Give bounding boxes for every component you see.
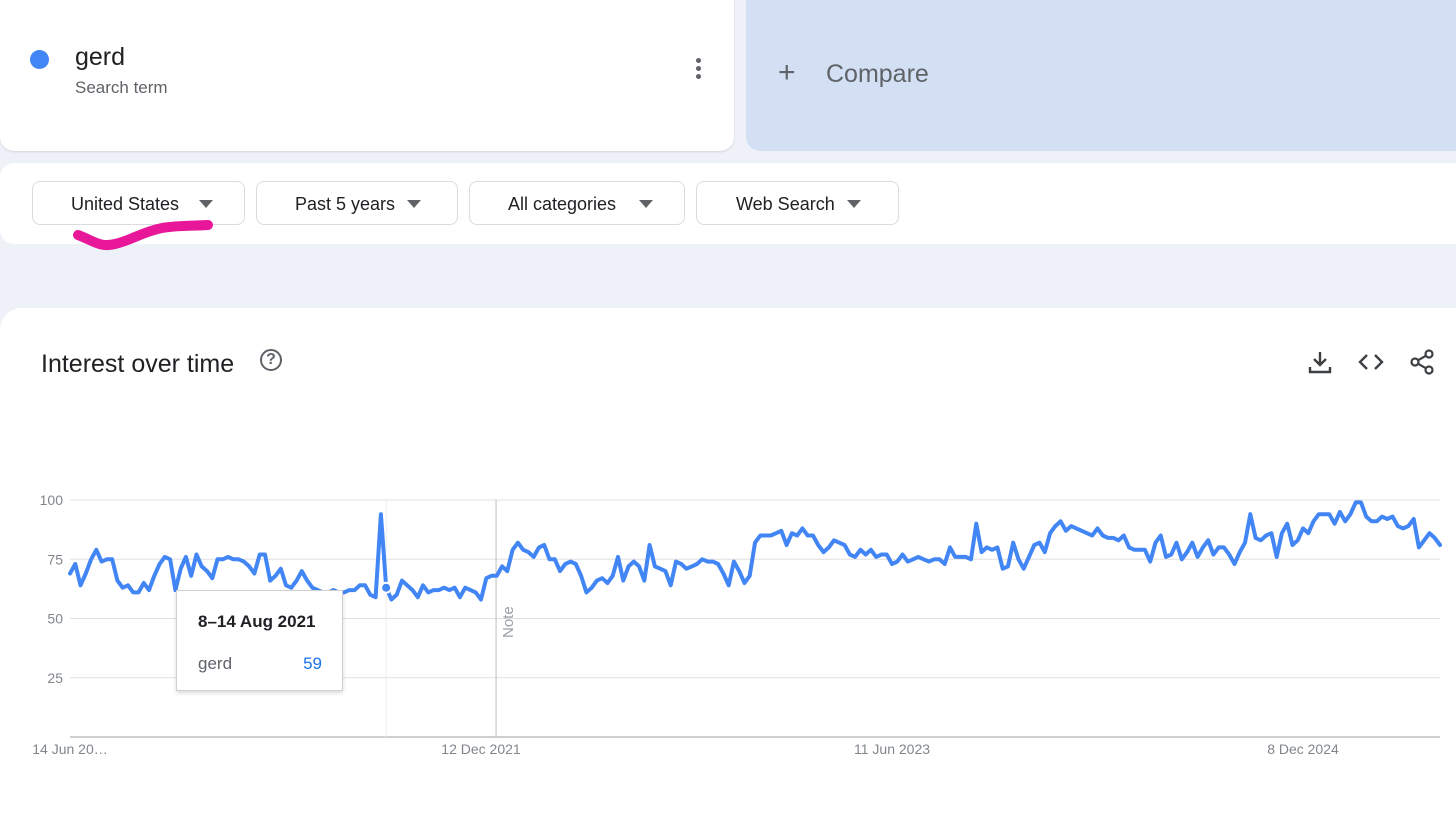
tooltip-date: 8–14 Aug 2021 [198,612,316,631]
x-tick-label: 12 Dec 2021 [441,741,521,757]
chart-tooltip: 8–14 Aug 2021 gerd 59 [176,590,343,691]
y-tick-label: 25 [47,670,63,686]
x-tick-label: 11 Jun 2023 [854,741,930,757]
x-tick-label: 8 Dec 2024 [1267,741,1339,757]
series-line-gerd [68,500,1442,602]
tooltip-term: gerd [198,654,233,673]
hover-point [380,581,393,594]
tooltip-value: 59 [303,654,322,673]
y-tick-label: 50 [47,611,63,627]
note-label: Note [500,606,517,638]
y-tick-label: 75 [47,551,63,567]
y-tick-label: 100 [40,492,64,508]
x-tick-label: 14 Jun 20… [32,741,108,757]
